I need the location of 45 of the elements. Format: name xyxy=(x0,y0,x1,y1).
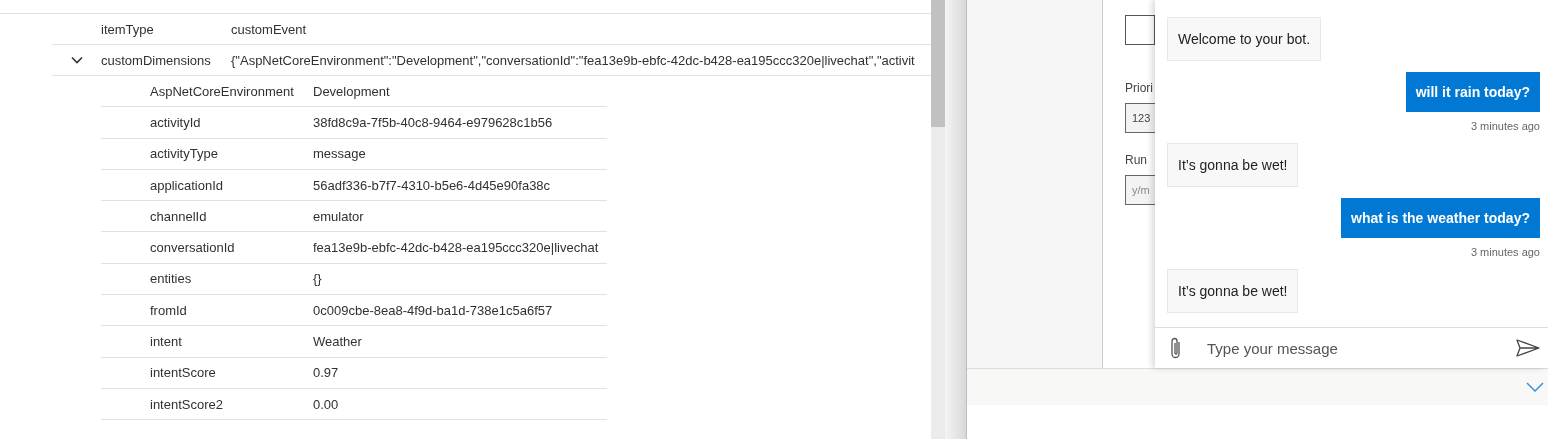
property-name: fromId xyxy=(149,302,188,318)
property-name: itemType xyxy=(101,21,155,37)
property-value: 38fd8c9a-7f5b-40c8-9464-e979628c1b56 xyxy=(313,114,553,130)
user-message: what is the weather today? xyxy=(1341,198,1540,238)
property-name: AspNetCoreEnvironment xyxy=(149,83,295,99)
property-value: {"AspNetCoreEnvironment":"Development","conversationId":"fea13e9b-ebfc-42dc-b428-ea195ccc320e|livechat","activit xyxy=(231,52,915,68)
property-value: Weather xyxy=(313,334,362,349)
input-field[interactable]: y/m xyxy=(1125,175,1155,205)
paperclip-icon[interactable] xyxy=(1169,336,1183,360)
property-value: 0.00 xyxy=(313,396,339,412)
property-value: message xyxy=(313,146,366,162)
property-name: customDimensions xyxy=(101,52,212,68)
bot-message: It’s gonna be wet! xyxy=(1167,143,1299,187)
property-value: {} xyxy=(313,271,322,287)
bot-message: It’s gonna be wet! xyxy=(1167,269,1299,313)
property-value: Development xyxy=(313,83,390,99)
user-message: will it rain today? xyxy=(1405,72,1540,112)
bot-message: Welcome to your bot. xyxy=(1167,17,1322,61)
timestamp: 3 minutes ago xyxy=(1470,120,1540,132)
field-label: Run xyxy=(1125,153,1147,167)
chevron-icon[interactable] xyxy=(70,56,83,64)
send-icon[interactable] xyxy=(1516,339,1540,357)
field-label: Priori xyxy=(1125,81,1153,95)
property-value: fea13e9b-ebfc-42dc-b428-ea195ccc320e|livechat xyxy=(313,240,599,256)
property-name: applicationId xyxy=(149,177,224,193)
property-value: 0c009cbe-8ea8-4f9d-ba1d-738e1c5a6f57 xyxy=(313,302,553,318)
scrollbar[interactable] xyxy=(931,0,945,439)
property-name: activityId xyxy=(149,114,202,130)
input-field[interactable]: 123 xyxy=(1125,103,1155,133)
property-value: customEvent xyxy=(231,21,307,37)
property-name: channelId xyxy=(149,208,208,224)
property-name: intentScore xyxy=(149,365,217,381)
property-value: 56adf336-b7f7-4310-b5e6-4d45e90fa38c xyxy=(313,177,551,193)
property-value: emulator xyxy=(313,208,364,224)
property-name: intent xyxy=(149,334,183,349)
chevron-down-icon[interactable] xyxy=(1526,382,1544,392)
property-name: intentScore2 xyxy=(149,396,224,412)
message-field[interactable]: Type your message xyxy=(1205,338,1516,358)
property-name: entities xyxy=(149,271,193,287)
timestamp: 3 minutes ago xyxy=(1470,246,1540,258)
property-name: activityType xyxy=(149,146,219,162)
input-field[interactable] xyxy=(1125,15,1155,45)
scrollbar-thumb[interactable] xyxy=(931,0,945,127)
property-name: conversationId xyxy=(149,240,236,256)
property-value: 0.97 xyxy=(313,365,339,381)
